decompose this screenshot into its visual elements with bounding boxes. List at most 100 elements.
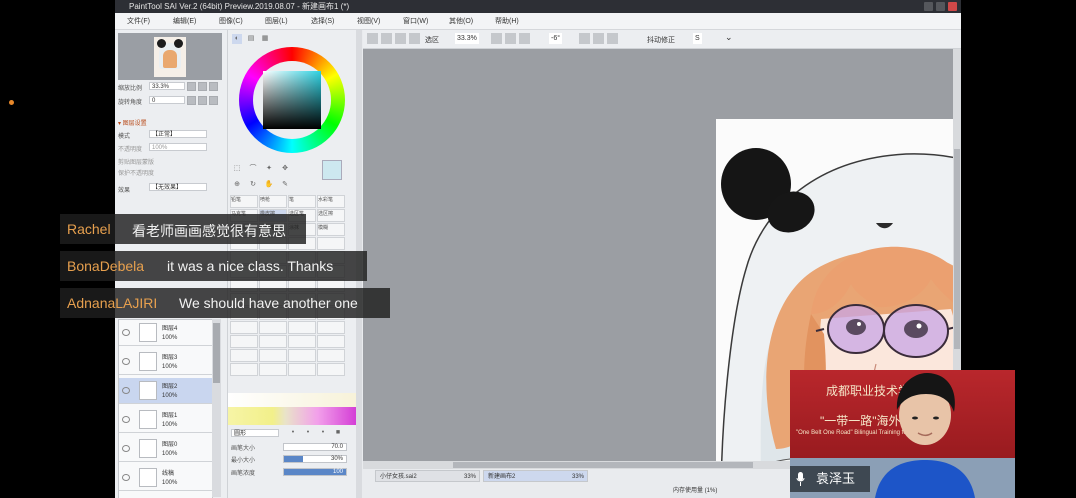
rotate-cw-icon[interactable] (593, 33, 604, 44)
brush-slot-empty[interactable] (288, 321, 316, 334)
brush-dot-1-icon[interactable]: • (288, 428, 298, 438)
brush-dot-4-icon[interactable]: ■ (333, 428, 343, 438)
layer-scrollbar[interactable] (212, 319, 221, 497)
menu-item-5[interactable]: 视图(V) (357, 16, 380, 26)
visibility-eye-icon[interactable] (122, 358, 130, 365)
min-size-slider[interactable]: 30% (283, 455, 347, 463)
layer-row[interactable]: 图层0 100% (119, 436, 212, 462)
layer-row[interactable]: 图层1 100% (119, 407, 212, 433)
brush-shape-select[interactable]: 圆形 (231, 429, 279, 437)
zoom-plus-icon[interactable] (505, 33, 516, 44)
zoom-out-button[interactable] (187, 82, 196, 91)
menu-item-1[interactable]: 编辑(E) (173, 16, 196, 26)
move-tool-icon[interactable]: ✥ (280, 164, 290, 174)
brush-slot-empty[interactable] (259, 349, 287, 362)
brush-slot-empty[interactable] (230, 321, 258, 334)
brush-slot-empty[interactable] (317, 349, 345, 362)
brush-slot-empty[interactable] (288, 363, 316, 376)
zoom-in-button[interactable] (198, 82, 207, 91)
opacity-field[interactable]: 100% (149, 143, 207, 151)
blend-mode-select[interactable]: 【正常】 (149, 130, 207, 138)
document-tab-1[interactable]: 小仔女孩.sai2 33% (375, 470, 480, 482)
brush-slot[interactable]: 选区擦 (317, 209, 345, 222)
brush-slot-empty[interactable] (259, 321, 287, 334)
brush-slot-empty[interactable] (317, 335, 345, 348)
brush-slot[interactable]: 模糊 (317, 223, 345, 236)
brush-slot[interactable]: 铅笔 (230, 195, 258, 208)
current-color-swatch[interactable] (322, 160, 342, 180)
brush-slot-empty[interactable] (230, 363, 258, 376)
menu-item-8[interactable]: 帮助(H) (495, 16, 519, 26)
document-tab-2[interactable]: 新建画布2 33% (483, 470, 588, 482)
layer-row[interactable]: 图层4 100% (119, 320, 212, 346)
brush-slot[interactable]: 笔 (288, 195, 316, 208)
density-slider[interactable]: 100 (283, 468, 347, 476)
zoom-reset-button[interactable] (209, 82, 218, 91)
menu-item-4[interactable]: 选择(S) (311, 16, 334, 26)
protect-opacity-label[interactable]: 保护不透明度 (118, 168, 154, 177)
rotate-tool-icon[interactable]: ↻ (248, 180, 258, 190)
visibility-eye-icon[interactable] (122, 416, 130, 423)
angle-field[interactable]: 0 (149, 96, 185, 104)
saturation-value-square[interactable] (263, 71, 321, 129)
rotate-right-button[interactable] (198, 96, 207, 105)
swatch-icon[interactable]: ▦ (260, 34, 270, 44)
undo-icon[interactable] (367, 33, 378, 44)
menu-item-6[interactable]: 窗口(W) (403, 16, 428, 26)
redo-icon[interactable] (381, 33, 392, 44)
visibility-eye-icon[interactable] (122, 445, 130, 452)
brush-slot-empty[interactable] (317, 363, 345, 376)
visibility-eye-icon[interactable] (122, 329, 130, 336)
flip-icon[interactable] (607, 33, 618, 44)
brush-slot[interactable]: 喷枪 (259, 195, 287, 208)
rotate-left-button[interactable] (187, 96, 196, 105)
clip-label[interactable]: 剪贴图层蒙版 (118, 157, 154, 166)
color-mix-area[interactable] (228, 393, 356, 407)
magic-wand-icon[interactable]: ✦ (264, 164, 274, 174)
rotate-reset-button[interactable] (209, 96, 218, 105)
brush-slot[interactable]: 水彩笔 (317, 195, 345, 208)
brush-slot-empty[interactable] (288, 349, 316, 362)
lasso-tool-icon[interactable]: ⌒ (248, 164, 258, 174)
visibility-eye-icon[interactable] (122, 474, 130, 481)
layer-row[interactable]: 图层3 100% (119, 349, 212, 375)
select-tool-icon[interactable]: ⬚ (232, 164, 242, 174)
zoom-minus-icon[interactable] (491, 33, 502, 44)
brush-slot-empty[interactable] (230, 335, 258, 348)
brush-slot-empty[interactable] (317, 321, 345, 334)
layer-row[interactable]: 线稿 100% (119, 465, 212, 491)
navigator-preview[interactable] (118, 33, 222, 80)
brush-slot-empty[interactable] (230, 349, 258, 362)
color-wheel[interactable] (239, 47, 345, 153)
close-button[interactable] (948, 2, 957, 11)
palette-icon[interactable]: ▤ (246, 34, 256, 44)
brush-slot-empty[interactable] (317, 237, 345, 250)
brush-dot-2-icon[interactable]: • (303, 428, 313, 438)
brush-slot-empty[interactable] (259, 363, 287, 376)
zoom-field[interactable]: 33.3% (149, 82, 185, 90)
toolbar-expand-icon[interactable]: ⌄ (725, 32, 733, 43)
layer-row[interactable]: 图层2 100% (119, 378, 212, 404)
menu-item-2[interactable]: 图像(C) (219, 16, 243, 26)
brush-dot-3-icon[interactable]: • (318, 428, 328, 438)
zoom-tool-icon[interactable]: ⊕ (232, 180, 242, 190)
rotate-ccw-icon[interactable] (579, 33, 590, 44)
brush-slot-empty[interactable] (259, 335, 287, 348)
menu-item-0[interactable]: 文件(F) (127, 16, 150, 26)
menu-item-3[interactable]: 图层(L) (265, 16, 288, 26)
visibility-eye-icon[interactable] (122, 387, 130, 394)
deselect-icon[interactable] (395, 33, 406, 44)
brush-size-slider[interactable]: 70.0 (283, 443, 347, 451)
toolbar-zoom-field[interactable]: 33.3% (455, 33, 479, 44)
wheel-mode-icon[interactable]: ◐ (232, 34, 242, 44)
zoom-fit-icon[interactable] (519, 33, 530, 44)
hand-tool-icon[interactable]: ✋ (264, 180, 274, 190)
brush-slot-empty[interactable] (288, 335, 316, 348)
maximize-button[interactable] (936, 2, 945, 11)
minimize-button[interactable] (924, 2, 933, 11)
color-mix-strip[interactable] (228, 407, 356, 425)
eyedropper-icon[interactable]: ✎ (280, 180, 290, 190)
stabilizer-select[interactable]: S (693, 33, 702, 44)
invert-selection-icon[interactable] (409, 33, 420, 44)
toolbar-angle-field[interactable]: -6° (549, 33, 563, 44)
